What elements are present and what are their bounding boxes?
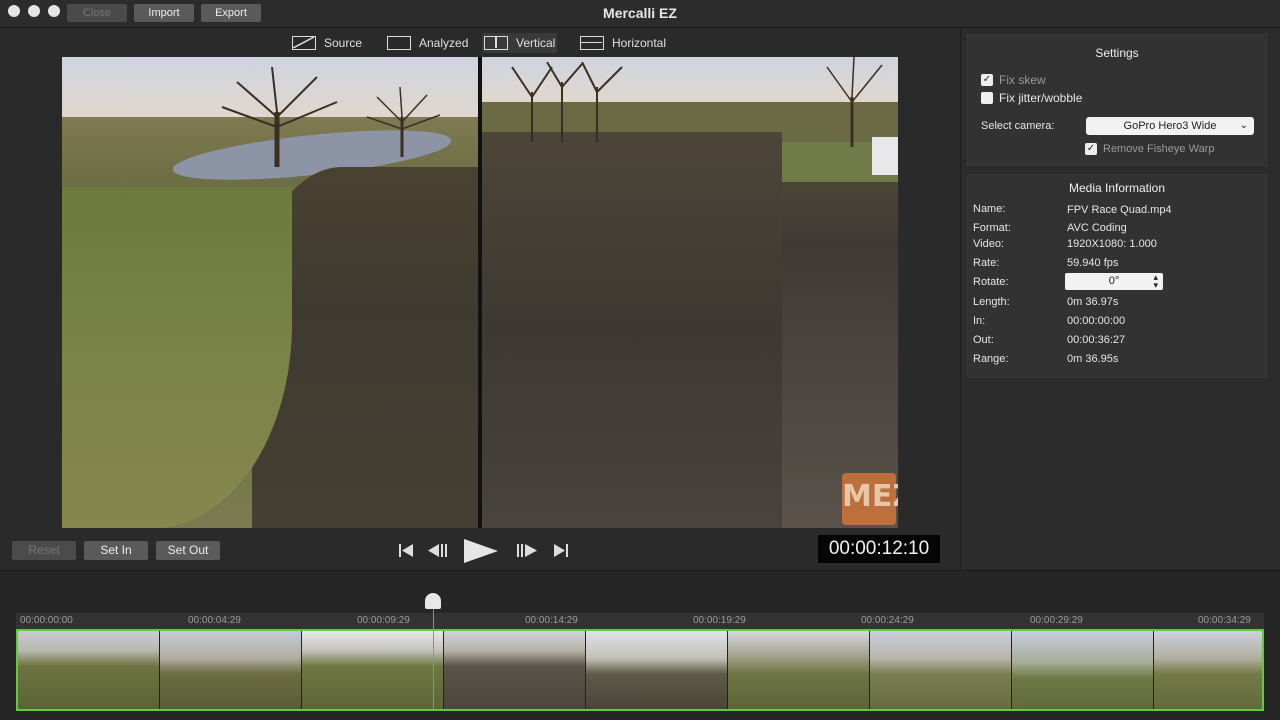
tree-icon	[826, 57, 883, 147]
app-window: Close Import Export Mercalli EZ Source A…	[0, 0, 1280, 720]
step-back-icon[interactable]	[427, 543, 451, 558]
view-mode-vertical[interactable]: Vertical	[482, 33, 558, 53]
info-value-in: 00:00:00:00	[1067, 315, 1126, 327]
white-shed	[872, 137, 898, 175]
info-value-length: 0m 36.97s	[1067, 296, 1119, 308]
clip-thumbnail	[160, 631, 302, 709]
reset-button[interactable]: Reset	[12, 541, 76, 560]
fix-jitter-label: Fix jitter/wobble	[999, 91, 1083, 105]
set-in-button[interactable]: Set In	[84, 541, 148, 560]
settings-group: Settings ✓ Fix skew Fix jitter/wobble Se…	[967, 34, 1267, 166]
info-value-range: 0m 36.95s	[1067, 353, 1119, 365]
camera-select[interactable]: GoPro Hero3 Wide ⌄	[1086, 117, 1254, 135]
remove-fisheye-label: Remove Fisheye Warp	[1103, 143, 1215, 155]
clip-thumbnail	[728, 631, 870, 709]
info-label: Name:	[973, 203, 1006, 215]
info-label: Out:	[973, 334, 994, 346]
video-preview[interactable]: MEZ	[62, 57, 898, 528]
timeline-ruler[interactable]: 00:00:00:00 00:00:04:29 00:00:09:29 00:0…	[16, 613, 1264, 629]
clip-thumbnail	[870, 631, 1012, 709]
play-icon[interactable]	[462, 538, 500, 564]
clip-thumbnail	[1154, 631, 1262, 709]
view-mode-bar: Source Analyzed Vertical Horizontal	[0, 28, 960, 56]
step-forward-icon[interactable]	[515, 543, 539, 558]
clip-thumbnail	[444, 631, 586, 709]
remove-fisheye-checkbox[interactable]: ✓ Remove Fisheye Warp	[1085, 143, 1214, 155]
title-bar: Close Import Export Mercalli EZ	[0, 0, 1280, 28]
tick-label: 00:00:09:29	[357, 615, 410, 626]
settings-title: Settings	[1095, 46, 1139, 60]
inspector-panel: Settings ✓ Fix skew Fix jitter/wobble Se…	[960, 28, 1280, 570]
clip-thumbnail	[586, 631, 728, 709]
source-video-pane	[62, 57, 478, 528]
view-mode-label: Source	[324, 36, 363, 50]
playback-controls: Reset Set In Set Out 00:00:12:10	[0, 530, 960, 570]
stepper-arrows-icon[interactable]: ▴ ▾	[1153, 273, 1158, 290]
analyzed-video-pane	[482, 57, 898, 528]
info-value-out: 00:00:36:27	[1067, 334, 1126, 346]
checkmark-icon: ✓	[1085, 143, 1097, 155]
info-value-name: FPV Race Quad.mp4	[1067, 204, 1172, 216]
chevron-down-icon: ⌄	[1239, 120, 1248, 131]
tick-label: 00:00:19:29	[693, 615, 746, 626]
skip-to-end-icon[interactable]	[553, 543, 569, 558]
window-title: Mercalli EZ	[603, 5, 677, 21]
source-view-icon	[292, 36, 316, 50]
checkbox-empty-icon	[981, 92, 993, 104]
camera-select-value: GoPro Hero3 Wide	[1123, 120, 1217, 132]
rotate-value: 0°	[1108, 275, 1120, 287]
fix-jitter-checkbox[interactable]: Fix jitter/wobble	[981, 91, 1082, 105]
tick-label: 00:00:04:29	[188, 615, 241, 626]
tick-label: 00:00:34:29	[1198, 615, 1251, 626]
plowed-field	[482, 132, 782, 528]
checkmark-icon: ✓	[981, 74, 993, 86]
media-information-group: Media Information Name: FPV Race Quad.mp…	[967, 174, 1267, 378]
info-label: Video:	[973, 238, 1004, 250]
view-mode-label: Vertical	[516, 36, 556, 50]
view-mode-horizontal[interactable]: Horizontal	[580, 33, 666, 53]
tree-icon	[221, 67, 338, 167]
tick-label: 00:00:14:29	[525, 615, 578, 626]
clip-thumbnail	[1012, 631, 1154, 709]
rotate-stepper[interactable]: 0° ▴ ▾	[1065, 273, 1163, 290]
tick-label: 00:00:24:29	[861, 615, 914, 626]
info-value-format: AVC Coding	[1067, 222, 1127, 234]
info-value-video: 1920X1080: 1.000	[1067, 238, 1157, 250]
clip-thumbnail	[302, 631, 444, 709]
timeline[interactable]: 00:00:00:00 00:00:04:29 00:00:09:29 00:0…	[0, 570, 1280, 720]
view-mode-source[interactable]: Source	[292, 33, 362, 53]
fix-skew-label: Fix skew	[999, 73, 1046, 87]
info-label: Format:	[973, 222, 1011, 234]
vertical-split-icon	[484, 36, 508, 50]
clip-thumbnail	[18, 631, 160, 709]
skip-to-start-icon[interactable]	[398, 543, 414, 558]
info-label: Rotate:	[973, 276, 1009, 288]
info-label: Range:	[973, 353, 1009, 365]
clip-filmstrip[interactable]	[16, 629, 1264, 711]
horizontal-split-icon	[580, 36, 604, 50]
info-value-rate: 59.940 fps	[1067, 257, 1119, 269]
view-mode-analyzed[interactable]: Analyzed	[387, 33, 468, 53]
tree-icon	[511, 62, 623, 142]
info-label: Rate:	[973, 257, 1000, 269]
tick-label: 00:00:29:29	[1030, 615, 1083, 626]
view-mode-label: Analyzed	[419, 36, 469, 50]
mercalli-watermark-logo: MEZ	[842, 473, 898, 525]
view-mode-label: Horizontal	[612, 36, 667, 50]
playhead-line	[433, 607, 434, 709]
playhead-handle[interactable]	[425, 593, 441, 609]
info-label: In:	[973, 315, 986, 327]
camera-label: Select camera:	[981, 120, 1055, 132]
fix-skew-checkbox[interactable]: ✓ Fix skew	[981, 73, 1046, 87]
tick-label: 00:00:00:00	[20, 615, 73, 626]
set-out-button[interactable]: Set Out	[156, 541, 220, 560]
info-label: Length:	[973, 296, 1010, 308]
media-information-title: Media Information	[1068, 181, 1166, 195]
tree-icon	[366, 87, 441, 157]
timecode-display: 00:00:12:10	[818, 535, 940, 563]
analyzed-view-icon	[387, 36, 411, 50]
